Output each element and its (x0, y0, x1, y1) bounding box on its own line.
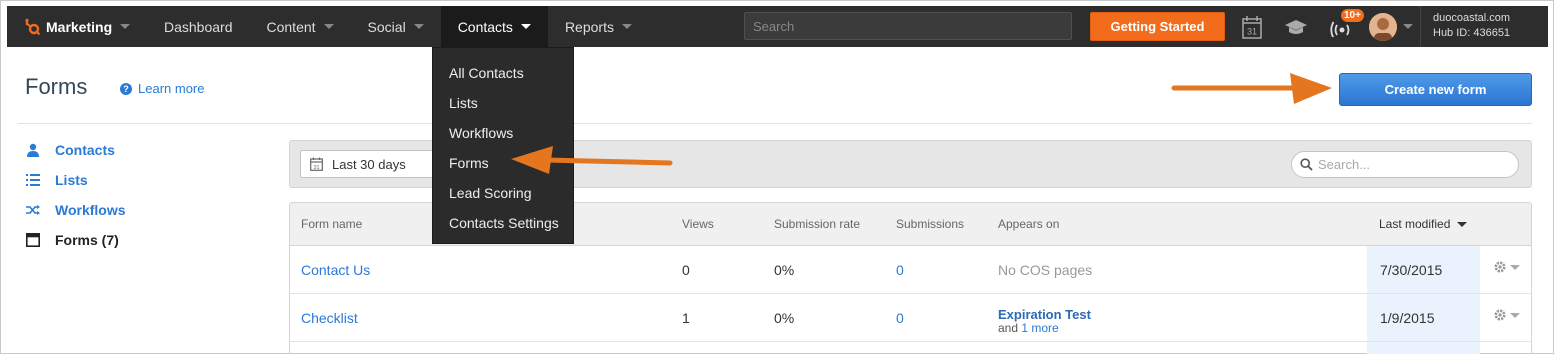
appears-on-page-link[interactable]: Expiration Test (998, 307, 1091, 322)
notifications-badge: 10+ (1341, 9, 1364, 22)
sprocket-logo-icon (25, 18, 41, 35)
calendar-day: 31 (1247, 26, 1257, 36)
sidebar-item-label: Contacts (55, 142, 115, 158)
nav-reports[interactable]: Reports (548, 6, 649, 47)
chevron-down-icon (1403, 24, 1413, 29)
chevron-down-icon (1510, 264, 1520, 270)
col-last-modified-label: Last modified (1379, 217, 1451, 231)
table-row: Checklist 1 0% 0 Expiration Test and 1 m… (290, 294, 1531, 342)
submissions-link[interactable]: 0 (896, 310, 904, 326)
date-range-value: Last 30 days (332, 156, 406, 172)
nav-dashboard[interactable]: Dashboard (147, 6, 250, 47)
gear-icon (1494, 261, 1506, 273)
calendar-small-icon: 31 (310, 157, 323, 171)
submissions-link[interactable]: 0 (896, 262, 904, 278)
nav-label: Contacts (457, 18, 513, 35)
last-modified-value: 7/30/2015 (1380, 262, 1443, 278)
avatar-svg (1369, 12, 1397, 41)
table-row: Contact Us 0 0% 0 No COS pages 7/30/2015 (290, 246, 1531, 294)
rate-value: 0% (774, 310, 795, 326)
col-last-modified[interactable]: Last modified (1379, 217, 1468, 231)
search-icon (1300, 158, 1313, 171)
annotation-arrow-forms (511, 146, 673, 174)
cap-svg (1285, 19, 1307, 34)
sidebar-item-contacts[interactable]: Contacts (25, 142, 115, 158)
chevron-down-icon (621, 24, 632, 29)
form-name-link[interactable]: Checklist (301, 310, 358, 326)
col-views[interactable]: Views (682, 217, 714, 231)
row-actions-menu[interactable] (1493, 260, 1520, 274)
sidebar-item-workflows[interactable]: Workflows (25, 202, 126, 218)
annotation-arrow-create (1171, 73, 1332, 104)
row-actions-menu[interactable] (1493, 308, 1520, 322)
learn-more-link[interactable]: ? Learn more (120, 81, 204, 96)
nav-label: Content (266, 18, 316, 35)
calendar-icon[interactable]: 31 (1240, 12, 1264, 41)
brand-label: Marketing (46, 18, 113, 35)
gear-icon (1494, 309, 1506, 321)
views-value: 0 (682, 262, 690, 278)
rate-value: 0% (774, 262, 795, 278)
page-title: Forms (25, 74, 88, 99)
sidebar-item-forms[interactable]: Forms (7) (25, 232, 119, 248)
learn-more-label: Learn more (138, 81, 205, 96)
date-range-select[interactable]: 31 Last 30 days (300, 150, 440, 178)
chevron-down-icon (1510, 312, 1520, 318)
sidebar-item-lists[interactable]: Lists (25, 172, 88, 188)
forms-search-input[interactable]: Search... (1291, 151, 1519, 178)
brand-menu[interactable]: Marketing (7, 6, 147, 47)
col-submission-rate[interactable]: Submission rate (774, 217, 860, 231)
form-name-link[interactable]: Contact Us (301, 262, 370, 278)
chevron-down-icon (413, 24, 424, 29)
notifications-icon[interactable]: 10+ (1327, 9, 1364, 41)
form-icon (25, 232, 41, 248)
more-pages-link[interactable]: 1 more (1021, 321, 1058, 335)
shuffle-icon (25, 202, 41, 218)
academy-cap-icon[interactable] (1283, 12, 1309, 41)
views-value: 1 (682, 310, 690, 326)
nav-social[interactable]: Social (351, 6, 441, 47)
col-appears-on[interactable]: Appears on (998, 217, 1059, 231)
nav-contacts[interactable]: Contacts (440, 6, 548, 47)
calendar-svg: 31 (1242, 15, 1262, 39)
person-icon (25, 142, 41, 158)
menu-item-all-contacts[interactable]: All Contacts (433, 58, 573, 88)
menu-item-lead-scoring[interactable]: Lead Scoring (433, 178, 573, 208)
col-submissions[interactable]: Submissions (896, 217, 964, 231)
getting-started-button[interactable]: Getting Started (1090, 12, 1225, 41)
sidebar-item-label: Forms (7) (55, 232, 119, 248)
avatar (1369, 12, 1397, 41)
top-nav: Marketing Dashboard Content Social Conta… (7, 6, 1548, 47)
chevron-down-icon (323, 24, 334, 29)
nav-label: Reports (564, 18, 614, 35)
menu-item-workflows[interactable]: Workflows (433, 118, 573, 148)
hub-id: Hub ID: 436651 (1433, 27, 1511, 39)
search-placeholder: Search (753, 19, 795, 34)
user-menu[interactable] (1368, 12, 1414, 41)
calendar-small-day: 31 (313, 165, 319, 171)
appears-on-value: No COS pages (998, 262, 1093, 278)
search-placeholder: Search... (1318, 157, 1371, 172)
sidebar-item-label: Workflows (55, 202, 126, 218)
header-divider (18, 123, 1532, 124)
chevron-down-icon (520, 24, 531, 29)
appears-on-more: and 1 more (998, 321, 1059, 335)
help-icon: ? (120, 82, 132, 95)
list-icon (25, 172, 41, 188)
sort-desc-icon (1457, 222, 1468, 228)
nav-content[interactable]: Content (250, 6, 351, 47)
nav-label: Dashboard (164, 18, 233, 35)
more-prefix: and (998, 321, 1019, 335)
nav-label: Social (367, 18, 406, 35)
col-form-name[interactable]: Form name (301, 217, 362, 231)
account-info[interactable]: duocoastal.com Hub ID: 436651 (1420, 6, 1548, 47)
account-name: duocoastal.com (1433, 12, 1511, 24)
sidebar-item-label: Lists (55, 172, 88, 188)
last-modified-value: 1/9/2015 (1380, 310, 1435, 326)
menu-item-contacts-settings[interactable]: Contacts Settings (433, 208, 573, 238)
create-new-form-button[interactable]: Create new form (1339, 73, 1532, 106)
menu-item-lists[interactable]: Lists (433, 88, 573, 118)
chevron-down-icon (120, 24, 131, 29)
global-search-input[interactable]: Search (744, 12, 1072, 40)
